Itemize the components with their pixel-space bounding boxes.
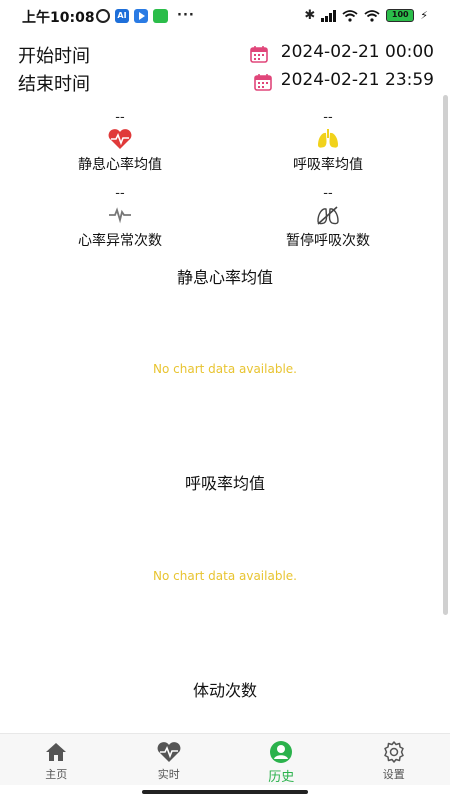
ai-app-icon: AI (115, 8, 129, 23)
metric-label: 呼吸率均值 (293, 157, 363, 173)
heartbeat-wave-icon (109, 207, 131, 224)
nav-item-history[interactable]: 历史 (225, 734, 338, 785)
scrollbar[interactable] (443, 95, 448, 615)
alarm-icon (96, 8, 110, 23)
chart-title-body-movements: 体动次数 (192, 681, 257, 700)
charging-icon: ⚡ (420, 9, 428, 22)
chart-empty-message: No chart data available. (153, 569, 297, 583)
lungs-icon (318, 129, 338, 148)
metric-label: 暂停呼吸次数 (286, 233, 370, 249)
start-time-value[interactable]: 2024-02-21 00:00 (281, 42, 434, 62)
chart-empty-message: No chart data available. (153, 362, 297, 376)
wechat-icon (153, 8, 168, 23)
nav-label: 设置 (382, 768, 405, 781)
end-time-row[interactable]: 结束时间 2024-02-21 23:59 (18, 70, 434, 96)
user-history-icon (270, 741, 293, 763)
calendar-icon[interactable] (250, 45, 268, 63)
heart-pulse-icon (157, 742, 181, 762)
home-icon (46, 743, 67, 761)
cell-signal-icon (321, 9, 337, 22)
metric-value: -- (323, 110, 333, 125)
more-notifications-icon: ··· (177, 8, 195, 23)
wifi-icon-2 (364, 9, 380, 22)
battery-icon: 100 (386, 9, 415, 22)
metric-label: 静息心率均值 (78, 157, 162, 173)
home-indicator[interactable] (142, 790, 308, 794)
chart-title-resting-heart-rate: 静息心率均值 (176, 268, 273, 287)
status-bar: 上午10:08 AI ··· ✱ 100 ⚡ (0, 0, 450, 32)
nav-item-home[interactable]: 主页 (0, 734, 113, 785)
metric-label: 心率异常次数 (78, 233, 162, 249)
status-time: 上午10:08 (22, 10, 95, 26)
metric-respiration-rate: -- 呼吸率均值 (258, 110, 398, 174)
end-time-label: 结束时间 (18, 74, 90, 95)
metric-heart-rate-anomalies: -- 心率异常次数 (50, 186, 190, 250)
start-time-label: 开始时间 (18, 46, 90, 67)
nav-item-settings[interactable]: 设置 (338, 734, 450, 785)
metric-value: -- (115, 186, 125, 201)
nav-item-realtime[interactable]: 实时 (113, 734, 226, 785)
heart-rate-icon (108, 129, 132, 149)
no-breath-icon (317, 206, 339, 225)
metric-resting-heart-rate: -- 静息心率均值 (50, 110, 190, 174)
video-app-icon (134, 8, 148, 23)
nav-label: 主页 (45, 768, 68, 781)
bluetooth-icon: ✱ (304, 8, 316, 23)
start-time-row[interactable]: 开始时间 2024-02-21 00:00 (18, 42, 434, 68)
nav-label: 历史 (268, 770, 295, 785)
metric-apnea-count: -- 暂停呼吸次数 (258, 186, 398, 250)
end-time-value[interactable]: 2024-02-21 23:59 (281, 70, 434, 90)
bottom-navigation: 主页 实时 历史 设置 (0, 733, 450, 785)
wifi-icon (342, 9, 358, 22)
status-notification-icons: AI ··· (96, 8, 195, 23)
metric-value: -- (323, 186, 333, 201)
status-system-icons: ✱ 100 ⚡ (304, 8, 428, 23)
chart-title-respiration-rate: 呼吸率均值 (184, 474, 265, 493)
calendar-icon[interactable] (254, 73, 272, 91)
nav-label: 实时 (157, 768, 180, 781)
metric-value: -- (115, 110, 125, 125)
gear-icon (384, 741, 404, 763)
